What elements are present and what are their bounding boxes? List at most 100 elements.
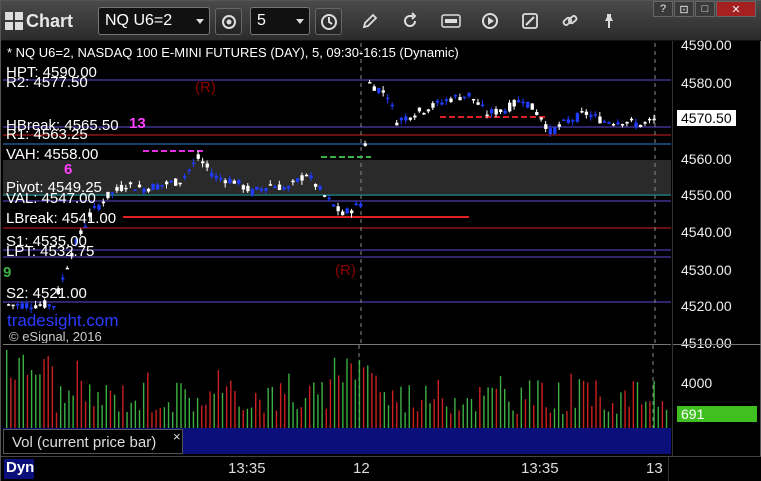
restore-button[interactable]: ⊡ bbox=[674, 1, 694, 17]
candle-body bbox=[169, 180, 173, 183]
volume-bar bbox=[512, 410, 514, 428]
axis-tick: 4590.00 bbox=[681, 37, 732, 53]
candle-body bbox=[142, 188, 146, 193]
volume-bar bbox=[130, 402, 132, 428]
volume-bar bbox=[350, 363, 352, 428]
s2-label: S2: 4521.00 bbox=[6, 285, 87, 302]
candle-body bbox=[151, 184, 155, 190]
price-chart-pane[interactable]: * NQ U6=2, NASDAQ 100 E-MINI FUTURES (DA… bbox=[3, 43, 671, 343]
candle-body bbox=[553, 127, 557, 134]
candle-body bbox=[259, 188, 264, 191]
candle-body bbox=[210, 173, 214, 177]
candle-body bbox=[372, 86, 376, 91]
volume-bar bbox=[59, 386, 62, 428]
close-icon[interactable]: × bbox=[173, 429, 181, 444]
candle-body bbox=[29, 307, 33, 310]
volume-bar bbox=[172, 412, 174, 428]
candle-body bbox=[345, 208, 349, 214]
volume-bar bbox=[296, 409, 298, 428]
volume-bar bbox=[97, 391, 99, 428]
volume-bar bbox=[122, 385, 124, 428]
format-button[interactable] bbox=[519, 11, 541, 31]
play-button[interactable] bbox=[479, 11, 501, 31]
volume-bar bbox=[549, 412, 552, 428]
candle-body bbox=[368, 82, 372, 84]
volume-bar bbox=[333, 357, 336, 428]
candle-body bbox=[300, 175, 304, 181]
axis-divider bbox=[673, 344, 761, 345]
volume-bar bbox=[221, 392, 224, 428]
draw-tool-button[interactable] bbox=[359, 11, 381, 31]
volume-bar bbox=[508, 401, 510, 428]
volume-bar bbox=[288, 373, 290, 428]
chevron-down-icon bbox=[296, 19, 304, 24]
pin-button[interactable] bbox=[598, 11, 620, 31]
candle-body bbox=[453, 95, 458, 97]
candle-body bbox=[187, 169, 191, 171]
interval-input[interactable]: 5 bbox=[250, 7, 310, 35]
candle-body bbox=[480, 104, 485, 107]
volume-bar bbox=[304, 398, 307, 428]
volume-bar bbox=[284, 393, 286, 428]
brush-icon bbox=[522, 13, 538, 29]
price-axis[interactable]: 4590.00 4580.00 4570.50 4560.00 4550.00 … bbox=[672, 37, 761, 457]
candle-body bbox=[629, 118, 634, 121]
get-data-button[interactable] bbox=[440, 11, 462, 31]
candle-body bbox=[277, 184, 282, 190]
volume-bar bbox=[562, 413, 564, 428]
volume-bar bbox=[188, 397, 190, 428]
vah-label: VAH: 4558.00 bbox=[6, 146, 99, 163]
volume-bar bbox=[400, 386, 402, 428]
candle-body bbox=[350, 210, 354, 214]
candle-body bbox=[458, 97, 462, 101]
volume-bar bbox=[362, 367, 365, 428]
symbol-input[interactable]: NQ U6=2 bbox=[98, 7, 210, 35]
volume-bar bbox=[437, 379, 439, 428]
close-button[interactable]: ✕ bbox=[716, 1, 756, 17]
chart-toolbar: Chart NQ U6=2 5 ? ⊡ □ ✕ bbox=[1, 1, 761, 41]
chart-title-group[interactable]: Chart bbox=[5, 9, 73, 33]
volume-bar bbox=[603, 409, 605, 428]
volume-bar bbox=[607, 411, 610, 428]
volume-pane[interactable] bbox=[3, 344, 671, 428]
time-axis-corner bbox=[668, 457, 760, 481]
time-axis[interactable]: Dyn 13:35 12 13:35 13 bbox=[1, 456, 761, 481]
candle-body bbox=[318, 186, 322, 190]
candle-body bbox=[616, 122, 620, 125]
volume-bar bbox=[217, 370, 220, 428]
time-button[interactable] bbox=[315, 8, 342, 35]
candle-body bbox=[336, 206, 340, 212]
candle-body bbox=[201, 161, 205, 164]
help-button[interactable]: ? bbox=[653, 1, 673, 17]
link-button[interactable] bbox=[559, 11, 581, 31]
candle-body bbox=[489, 109, 494, 114]
grid-icon bbox=[5, 12, 23, 30]
volume-label-tab[interactable]: Vol (current price bar) × bbox=[3, 429, 183, 454]
window-title: Chart bbox=[26, 10, 74, 31]
candle-body bbox=[643, 122, 647, 124]
refresh-button[interactable] bbox=[399, 11, 421, 31]
settings-button[interactable] bbox=[215, 8, 242, 35]
pencil-icon bbox=[362, 13, 378, 29]
candle-body bbox=[611, 123, 616, 126]
volume-bar bbox=[213, 393, 215, 428]
candle-body bbox=[241, 185, 246, 190]
candle-body bbox=[115, 187, 119, 191]
dyn-brand: Dyn bbox=[4, 459, 34, 479]
candle-body bbox=[246, 185, 250, 192]
volume-bar bbox=[155, 409, 157, 428]
volume-bar bbox=[458, 410, 460, 428]
maximize-button[interactable]: □ bbox=[695, 1, 715, 17]
volume-bar bbox=[246, 408, 249, 428]
candle-body bbox=[535, 111, 539, 116]
volume-bar bbox=[504, 388, 506, 428]
volume-label: Vol (current price bar) bbox=[12, 434, 157, 451]
volume-bar bbox=[342, 382, 344, 428]
candle-body bbox=[264, 188, 268, 191]
candle-body bbox=[571, 120, 575, 122]
volume-bar bbox=[196, 397, 199, 428]
candle-body bbox=[413, 115, 417, 118]
volume-bar bbox=[425, 385, 427, 428]
volume-bar bbox=[537, 380, 539, 428]
link-icon bbox=[562, 15, 578, 26]
